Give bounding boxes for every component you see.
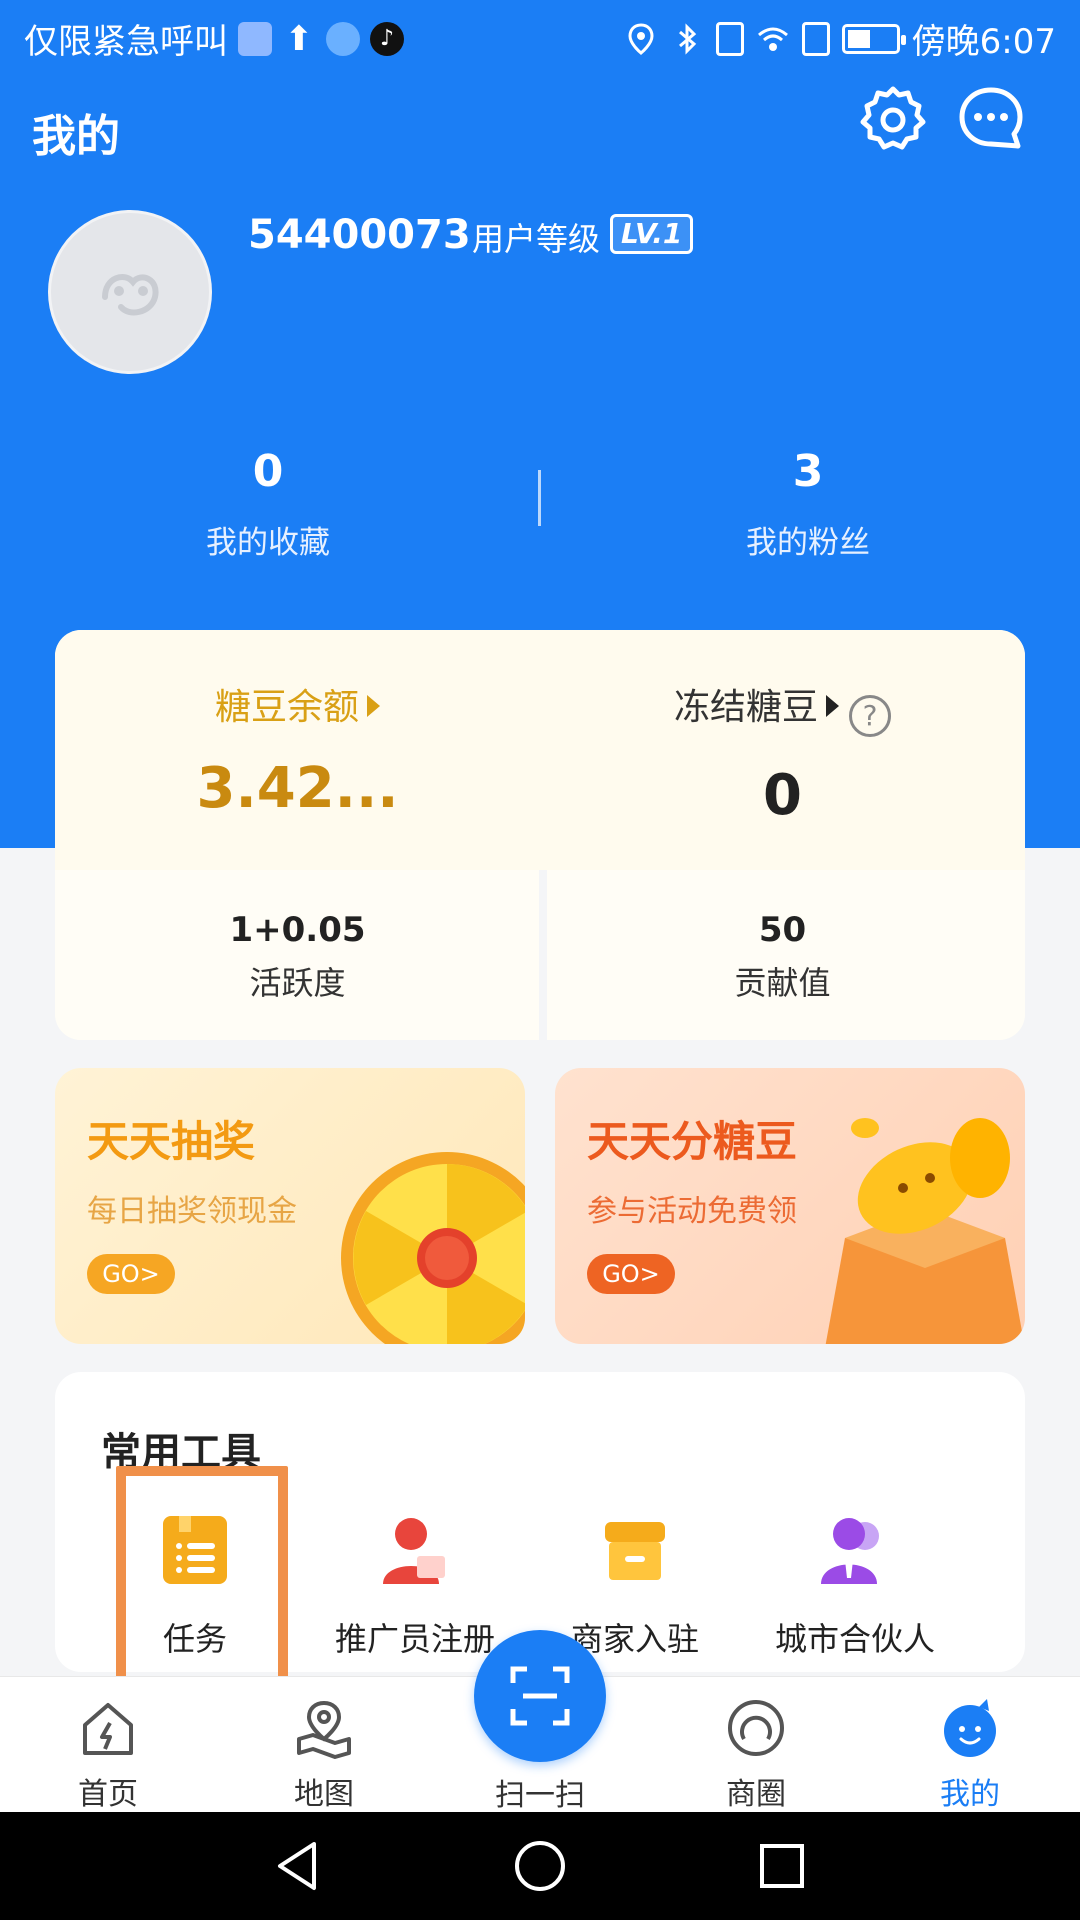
battery-icon xyxy=(841,23,906,54)
system-nav-bar xyxy=(0,1812,1080,1920)
arrow-right-icon xyxy=(367,695,380,717)
balance-card-top: 糖豆余额 3.42... 冻结糖豆? 0 xyxy=(55,630,1025,870)
status-bar: 仅限紧急呼叫 ⬆ ♪ 傍晚6:07 xyxy=(0,0,1080,76)
tool-partner-label: 城市合伙人 xyxy=(774,1620,935,1658)
gear-icon[interactable] xyxy=(858,84,928,154)
frozen-sugar-bean[interactable]: 冻结糖豆? 0 xyxy=(540,678,1025,828)
lottery-desc: 每日抽奖领现金 xyxy=(87,1194,297,1229)
contribution-value: 50 xyxy=(758,910,807,950)
scan-icon xyxy=(510,1666,570,1726)
home-icon xyxy=(83,1703,133,1755)
nav-me[interactable]: 我的 xyxy=(880,1697,1060,1813)
location-icon xyxy=(628,22,654,55)
scan-label: 扫一扫 xyxy=(495,1778,585,1813)
message-icon[interactable] xyxy=(956,84,1026,154)
my-fans-stat[interactable]: 3 我的粉丝 xyxy=(608,446,1008,562)
daily-lottery-banner[interactable]: 天天抽奖 每日抽奖领现金 GO> xyxy=(55,1068,525,1344)
beans-title: 天天分糖豆 xyxy=(587,1117,798,1166)
activity-stat[interactable]: 1+0.05 活跃度 xyxy=(55,910,540,1004)
balance-label: 糖豆余额 xyxy=(214,687,359,728)
frozen-value: 0 xyxy=(763,763,802,828)
map-icon xyxy=(297,1700,351,1759)
stats-divider xyxy=(538,470,541,526)
frozen-label: 冻结糖豆 xyxy=(673,687,818,728)
back-icon[interactable] xyxy=(270,1838,326,1894)
contribution-stat[interactable]: 50 贡献值 xyxy=(540,910,1025,1004)
fans-label: 我的粉丝 xyxy=(746,525,870,561)
store-icon xyxy=(605,1522,665,1580)
scan-button[interactable] xyxy=(474,1630,606,1762)
fans-count: 3 xyxy=(792,446,824,497)
sugar-bean-balance[interactable]: 糖豆余额 3.42... xyxy=(55,678,540,821)
nav-circle-label: 商圈 xyxy=(726,1777,786,1812)
nav-me-label: 我的 xyxy=(940,1777,1000,1812)
nav-map[interactable]: 地图 xyxy=(234,1697,414,1813)
vibrate-icon xyxy=(715,21,744,56)
avatar-placeholder-icon xyxy=(102,274,159,316)
nav-business-circle[interactable]: 商圈 xyxy=(666,1697,846,1813)
tool-promoter-register[interactable]: 推广员注册 xyxy=(305,1512,525,1660)
daily-bean-share-banner[interactable]: 天天分糖豆 参与活动免费领 GO> xyxy=(555,1068,1025,1344)
tool-city-partner[interactable]: 城市合伙人 xyxy=(745,1512,965,1660)
home-circle-icon[interactable] xyxy=(512,1838,568,1894)
lottery-go-button[interactable]: GO> xyxy=(87,1254,175,1294)
status-time: 傍晚6:07 xyxy=(911,22,1056,62)
circle-icon xyxy=(728,1700,784,1756)
bluetooth-icon xyxy=(678,22,696,55)
balance-value: 3.42... xyxy=(196,756,399,821)
nav-map-label: 地图 xyxy=(294,1777,354,1812)
task-highlight-box xyxy=(116,1466,288,1704)
mascot-icon xyxy=(944,1699,996,1757)
page-title: 我的 xyxy=(32,111,120,162)
my-favorites-stat[interactable]: 0 我的收藏 xyxy=(68,446,468,562)
bean-gift-box-icon xyxy=(825,1118,1025,1344)
prize-wheel-icon xyxy=(341,1152,525,1344)
balance-card-bottom: 1+0.05 活跃度 50 贡献值 xyxy=(55,870,1025,1040)
activity-value: 1+0.05 xyxy=(229,910,366,950)
arrow-right-icon xyxy=(826,695,839,717)
user-id: 54400073 xyxy=(248,212,471,258)
status-emergency-text: 仅限紧急呼叫 xyxy=(24,22,228,62)
app-notification-icon xyxy=(238,21,272,56)
beans-desc: 参与活动免费领 xyxy=(587,1194,797,1229)
balance-card: 糖豆余额 3.42... 冻结糖豆? 0 1+0.05 活跃度 50 贡献值 xyxy=(55,630,1025,1040)
cloud-icon xyxy=(326,21,360,56)
recents-icon[interactable] xyxy=(754,1838,810,1894)
avatar[interactable] xyxy=(48,210,212,374)
partner-icon xyxy=(821,1518,879,1584)
user-level-label: 用户等级 xyxy=(472,220,601,258)
contribution-label: 贡献值 xyxy=(734,964,831,1002)
nav-home-label: 首页 xyxy=(78,1777,138,1812)
activity-label: 活跃度 xyxy=(249,964,346,1002)
favorites-label: 我的收藏 xyxy=(206,525,330,561)
wifi-icon xyxy=(757,27,788,51)
beans-go-button[interactable]: GO> xyxy=(587,1254,675,1294)
favorites-count: 0 xyxy=(252,446,284,497)
nav-home[interactable]: 首页 xyxy=(18,1697,198,1813)
tiktok-icon: ♪ xyxy=(370,21,404,56)
sim-alert-icon xyxy=(801,21,830,56)
level-badge: LV.1 xyxy=(610,214,694,254)
upload-icon: ⬆ xyxy=(284,18,314,59)
help-icon[interactable]: ? xyxy=(849,695,891,737)
promoter-icon xyxy=(383,1518,445,1584)
lottery-title: 天天抽奖 xyxy=(87,1117,256,1166)
